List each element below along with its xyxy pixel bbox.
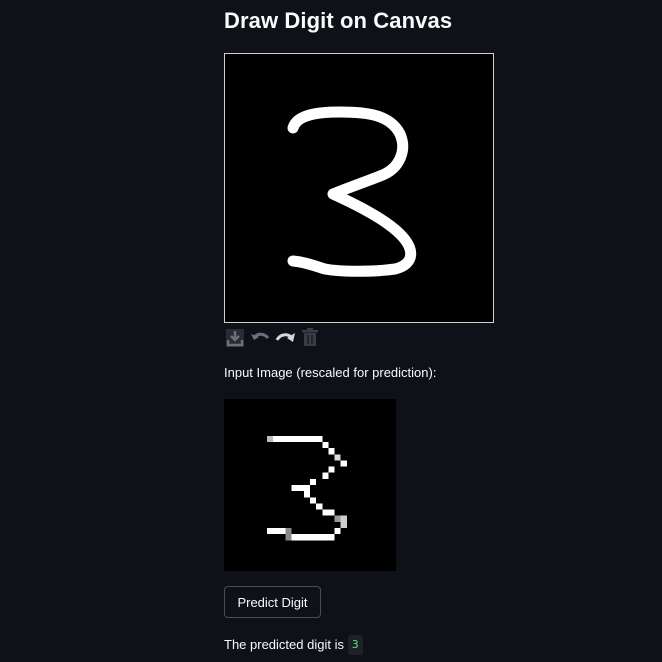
drawn-digit bbox=[287, 106, 417, 277]
result-text: The predicted digit is bbox=[224, 637, 344, 652]
drawing-canvas[interactable] bbox=[224, 53, 494, 323]
download-icon[interactable] bbox=[224, 328, 246, 348]
app-page: Draw Digit on Canvas Input Image (rescal… bbox=[0, 0, 662, 662]
rescaled-caption: Input Image (rescaled for prediction): bbox=[224, 365, 437, 380]
redo-icon[interactable] bbox=[274, 328, 296, 348]
predict-button[interactable]: Predict Digit bbox=[224, 586, 321, 618]
page-title: Draw Digit on Canvas bbox=[224, 8, 453, 33]
canvas-toolbar bbox=[224, 328, 321, 348]
undo-icon[interactable] bbox=[249, 328, 271, 348]
prediction-result: The predicted digit is 3 bbox=[224, 635, 363, 655]
pixelated-digit bbox=[267, 435, 347, 541]
trash-icon[interactable] bbox=[299, 328, 321, 348]
rescaled-input-image bbox=[224, 399, 396, 571]
result-value: 3 bbox=[347, 635, 363, 655]
